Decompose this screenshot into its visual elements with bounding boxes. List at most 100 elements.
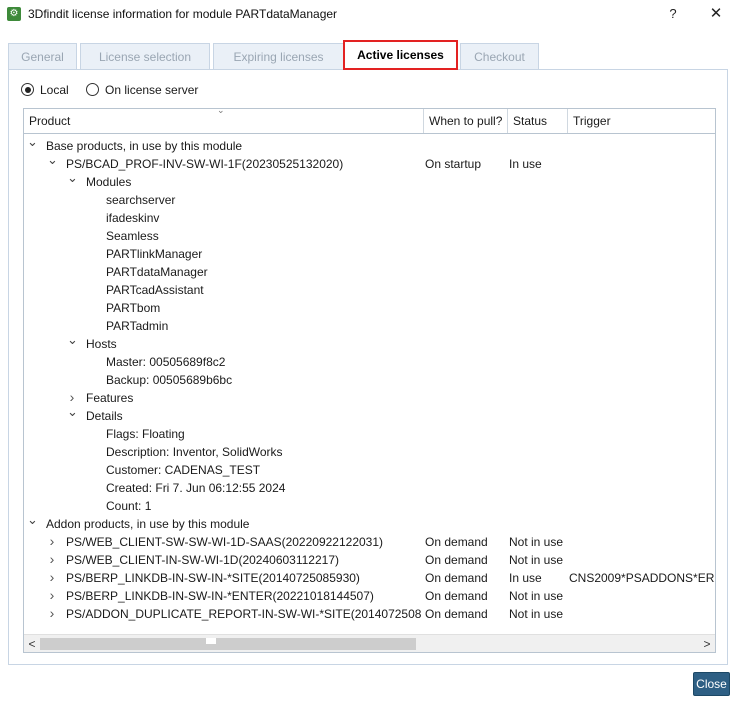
tree-row[interactable]: PS/BERP_LINKDB-IN-SW-IN-*SITE(2014072508… [24,569,715,587]
active-licenses-panel: Local On license server ⌄ Product When t… [8,69,728,665]
tree-row[interactable]: PS/BERP_LINKDB-IN-SW-IN-*ENTER(202210181… [24,587,715,605]
tree-row[interactable]: Master: 00505689f8c2 [24,353,715,371]
scroll-left-icon[interactable]: < [24,635,40,652]
tree-row[interactable]: PS/WEB_CLIENT-IN-SW-WI-1D(20240603112217… [24,551,715,569]
close-button[interactable]: Close [693,672,730,696]
cell-when: On demand [425,589,488,603]
cell-product: PS/ADDON_DUPLICATE_REPORT-IN-SW-WI-*SITE… [66,607,421,621]
cell-status [509,173,567,191]
scroll-right-icon[interactable]: > [699,635,715,652]
tree-row[interactable]: searchserver [24,191,715,209]
chevron-right-icon[interactable] [47,551,57,569]
tree-row[interactable]: Base products, in use by this module [24,137,715,155]
cell-trigger [569,299,715,317]
cell-product: PS/BCAD_PROF-INV-SW-WI-1F(20230525132020… [66,157,344,171]
cell-product: Features [86,391,134,405]
cell-when [425,227,505,245]
chevron-down-icon[interactable] [67,173,77,191]
license-tree[interactable]: ⌄ Product When to pull? Status Trigger B… [23,108,716,653]
tree-row[interactable]: PARTdataManager [24,263,715,281]
tree-row[interactable]: Count: 1 [24,497,715,515]
cell-status [509,191,567,209]
tree-row[interactable]: Description: Inventor, SolidWorks [24,443,715,461]
tree-row[interactable]: PARTadmin [24,317,715,335]
cell-trigger [569,425,715,443]
tree-row[interactable]: ifadeskinv [24,209,715,227]
tab-expiring-licenses[interactable]: Expiring licenses [213,43,344,69]
radio-license-server-label[interactable]: On license server [105,83,198,97]
tree-row[interactable]: Addon products, in use by this module [24,515,715,533]
tree-header: ⌄ Product When to pull? Status Trigger [24,109,715,134]
cell-product: PS/WEB_CLIENT-SW-SW-WI-1D-SAAS(202209221… [66,535,384,549]
cell-status: In use [509,157,542,171]
cell-product: PARTcadAssistant [106,283,204,297]
tree-row[interactable]: PS/ADDON_DUPLICATE_REPORT-IN-SW-WI-*SITE… [24,605,715,623]
tree-row[interactable]: Backup: 00505689b6bc [24,371,715,389]
chevron-right-icon[interactable] [47,605,57,623]
column-header-product[interactable]: Product [24,109,423,133]
tab-active-licenses[interactable]: Active licenses [343,40,458,70]
chevron-down-icon[interactable] [67,335,77,353]
cell-product: PARTadmin [106,319,169,333]
horizontal-scrollbar[interactable]: < > [24,634,715,652]
cell-trigger [569,191,715,209]
cell-when [425,209,505,227]
cell-when [425,443,505,461]
cell-product: Customer: CADENAS_TEST [106,463,261,477]
tree-row[interactable]: Customer: CADENAS_TEST [24,461,715,479]
cell-when [425,515,505,533]
cell-status [509,245,567,263]
cell-status [509,425,567,443]
column-header-status[interactable]: Status [507,109,567,133]
cell-when: On demand [425,571,488,585]
chevron-down-icon[interactable] [47,155,57,173]
cell-trigger [569,353,715,371]
cell-trigger [569,155,715,173]
cell-when [425,353,505,371]
tree-row[interactable]: PARTbom [24,299,715,317]
tree-row[interactable]: PS/WEB_CLIENT-SW-SW-WI-1D-SAAS(202209221… [24,533,715,551]
tree-row[interactable]: Hosts [24,335,715,353]
tab-license-selection[interactable]: License selection [80,43,210,69]
column-header-trigger[interactable]: Trigger [567,109,715,133]
scrollbar-thumb[interactable] [40,638,416,650]
cell-status [509,371,567,389]
tree-row[interactable]: PARTcadAssistant [24,281,715,299]
tree-row[interactable]: Details [24,407,715,425]
cell-product: Description: Inventor, SolidWorks [106,445,283,459]
tab-general[interactable]: General [8,43,77,69]
window-close-icon[interactable]: ✕ [704,3,728,25]
help-button[interactable]: ? [661,3,685,25]
tree-row[interactable]: Flags: Floating [24,425,715,443]
license-source-radios: Local On license server [21,82,212,100]
tree-row[interactable]: PS/BCAD_PROF-INV-SW-WI-1F(20230525132020… [24,155,715,173]
cell-trigger [569,533,715,551]
tree-row[interactable]: Features [24,389,715,407]
cell-trigger [569,389,715,407]
cell-when: On demand [425,535,488,549]
chevron-right-icon[interactable] [47,533,57,551]
radio-local-label[interactable]: Local [40,83,69,97]
cell-status [509,299,567,317]
tab-checkout[interactable]: Checkout [460,43,539,69]
chevron-down-icon[interactable] [67,407,77,425]
cell-product: ifadeskinv [106,211,160,225]
chevron-down-icon[interactable] [27,137,37,155]
cell-product: Seamless [106,229,159,243]
cell-status [509,137,567,155]
tree-row[interactable]: PARTlinkManager [24,245,715,263]
cell-status [509,407,567,425]
chevron-down-icon[interactable] [27,515,37,533]
radio-local[interactable] [21,83,34,97]
chevron-right-icon[interactable] [47,587,57,605]
cell-trigger [569,281,715,299]
tree-row[interactable]: Modules [24,173,715,191]
tree-row[interactable]: Created: Fri 7. Jun 06:12:55 2024 [24,479,715,497]
tree-row[interactable]: Seamless [24,227,715,245]
cell-product: PARTlinkManager [106,247,203,261]
cell-when [425,461,505,479]
chevron-right-icon[interactable] [47,569,57,587]
radio-license-server[interactable] [86,83,100,97]
cell-product: PS/BERP_LINKDB-IN-SW-IN-*ENTER(202210181… [66,589,374,603]
column-header-when[interactable]: When to pull? [423,109,507,133]
